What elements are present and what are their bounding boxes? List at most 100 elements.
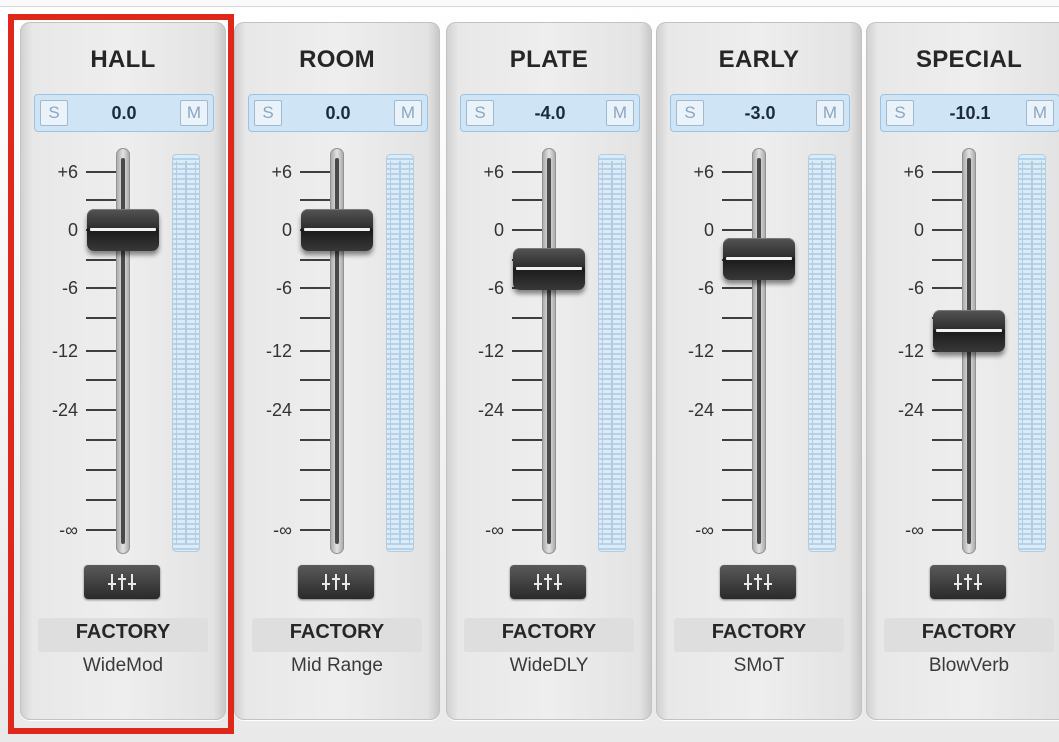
scale-tick	[932, 379, 964, 381]
scale-tick	[932, 171, 964, 173]
level-readout-bar: S -10.1 M	[880, 94, 1059, 132]
scale-tick	[932, 229, 964, 231]
scale-tick	[512, 529, 544, 531]
scale-tick	[722, 229, 754, 231]
scale-label: +6	[903, 162, 924, 182]
scale-tick	[300, 529, 332, 531]
scale-label: -12	[897, 341, 924, 361]
channel-name: SPECIAL	[915, 46, 1023, 73]
mixer-window: HALL S 0.0 M +6 0 -6 -12 -24 -∞ FACTORY WideMod ROOM…	[0, 0, 1059, 742]
mute-button[interactable]: M	[394, 100, 422, 126]
solo-button[interactable]: S	[254, 100, 282, 126]
edit-preset-button[interactable]	[298, 565, 374, 599]
scale-tick	[932, 529, 964, 531]
preset-name[interactable]: Mid Range	[234, 655, 440, 677]
scale-tick	[722, 469, 754, 471]
fader-handle[interactable]	[723, 238, 795, 280]
channel-strip-special: SPECIAL S -10.1 M +6 0 -6 -12 -24 -∞ FACTORY BlowVe…	[866, 22, 1059, 720]
scale-tick	[722, 199, 754, 201]
scale-tick	[300, 469, 332, 471]
level-value[interactable]: 0.0	[283, 95, 393, 133]
fader-handle[interactable]	[933, 310, 1005, 353]
scale-label: -6	[487, 278, 504, 298]
scale-tick	[512, 439, 544, 441]
scale-tick	[722, 439, 754, 441]
scale-label: -6	[275, 278, 292, 298]
scale-label: +6	[271, 162, 292, 182]
level-meter	[808, 154, 836, 552]
scale-label: 0	[493, 220, 504, 240]
preset-name[interactable]: WideDLY	[446, 655, 652, 677]
mute-button[interactable]: M	[816, 100, 844, 126]
level-value[interactable]: -3.0	[705, 95, 815, 133]
fader-track[interactable]	[542, 148, 556, 554]
preset-type: FACTORY	[501, 621, 597, 643]
solo-button[interactable]: S	[676, 100, 704, 126]
scale-label: -24	[477, 400, 504, 420]
scale-label: -12	[265, 341, 292, 361]
scale-label: -∞	[485, 520, 504, 540]
scale-tick	[300, 379, 332, 381]
level-readout-bar: S 0.0 M	[248, 94, 428, 132]
scale-label: 0	[281, 220, 292, 240]
mute-button[interactable]: M	[1026, 100, 1054, 126]
edit-preset-button[interactable]	[930, 565, 1006, 599]
mute-button[interactable]: M	[606, 100, 634, 126]
mixer-sliders-icon	[744, 574, 772, 590]
fader-handle[interactable]	[513, 247, 585, 290]
mixer-sliders-icon	[954, 574, 982, 590]
scale-tick	[932, 199, 964, 201]
solo-button[interactable]: S	[886, 100, 914, 126]
scale-label: -∞	[905, 520, 924, 540]
scale-tick	[512, 317, 544, 319]
level-value[interactable]: -10.1	[915, 95, 1025, 133]
fader-track[interactable]	[752, 148, 766, 554]
scale-label: 0	[703, 220, 714, 240]
scale-label: -12	[477, 341, 504, 361]
preset-type: FACTORY	[711, 621, 807, 643]
fader-handle[interactable]	[301, 209, 373, 251]
scale-label: -6	[697, 278, 714, 298]
channel-name: EARLY	[718, 46, 800, 73]
scale-tick	[722, 350, 754, 352]
scale-tick	[300, 499, 332, 501]
scale-label: +6	[693, 162, 714, 182]
scale-label: -24	[265, 400, 292, 420]
scale-tick	[722, 317, 754, 319]
level-meter	[1018, 154, 1046, 552]
scale-tick	[722, 287, 754, 289]
channel-strip-early: EARLY S -3.0 M +6 0 -6 -12 -24 -∞ FACTORY SMoT	[656, 22, 862, 720]
scale-tick	[300, 409, 332, 411]
edit-preset-button[interactable]	[510, 565, 586, 599]
scale-label: -∞	[273, 520, 292, 540]
scale-tick	[300, 350, 332, 352]
scale-tick	[512, 350, 544, 352]
level-meter	[386, 154, 414, 552]
scale-label: -24	[687, 400, 714, 420]
preset-name[interactable]: SMoT	[656, 655, 862, 677]
channel-strip-plate: PLATE S -4.0 M +6 0 -6 -12 -24 -∞ FACTORY WideDLY	[446, 22, 652, 720]
level-value[interactable]: -4.0	[495, 95, 605, 133]
scale-tick	[300, 259, 332, 261]
level-readout-bar: S -3.0 M	[670, 94, 850, 132]
solo-button[interactable]: S	[466, 100, 494, 126]
edit-preset-button[interactable]	[720, 565, 796, 599]
scale-label: 0	[913, 220, 924, 240]
channel-name: ROOM	[299, 46, 375, 73]
scale-tick	[300, 199, 332, 201]
preset-name[interactable]: BlowVerb	[866, 655, 1059, 677]
scale-tick	[932, 409, 964, 411]
scale-tick	[932, 469, 964, 471]
scale-tick	[512, 409, 544, 411]
selected-channel-highlight	[8, 14, 234, 734]
preset-type: FACTORY	[921, 621, 1017, 643]
scale-tick	[722, 409, 754, 411]
scale-tick	[512, 499, 544, 501]
scale-label: -24	[897, 400, 924, 420]
scale-tick	[512, 229, 544, 231]
scale-tick	[722, 171, 754, 173]
scale-tick	[932, 259, 964, 261]
channel-name: PLATE	[509, 46, 589, 73]
preset-type: FACTORY	[289, 621, 385, 643]
scale-tick	[300, 439, 332, 441]
